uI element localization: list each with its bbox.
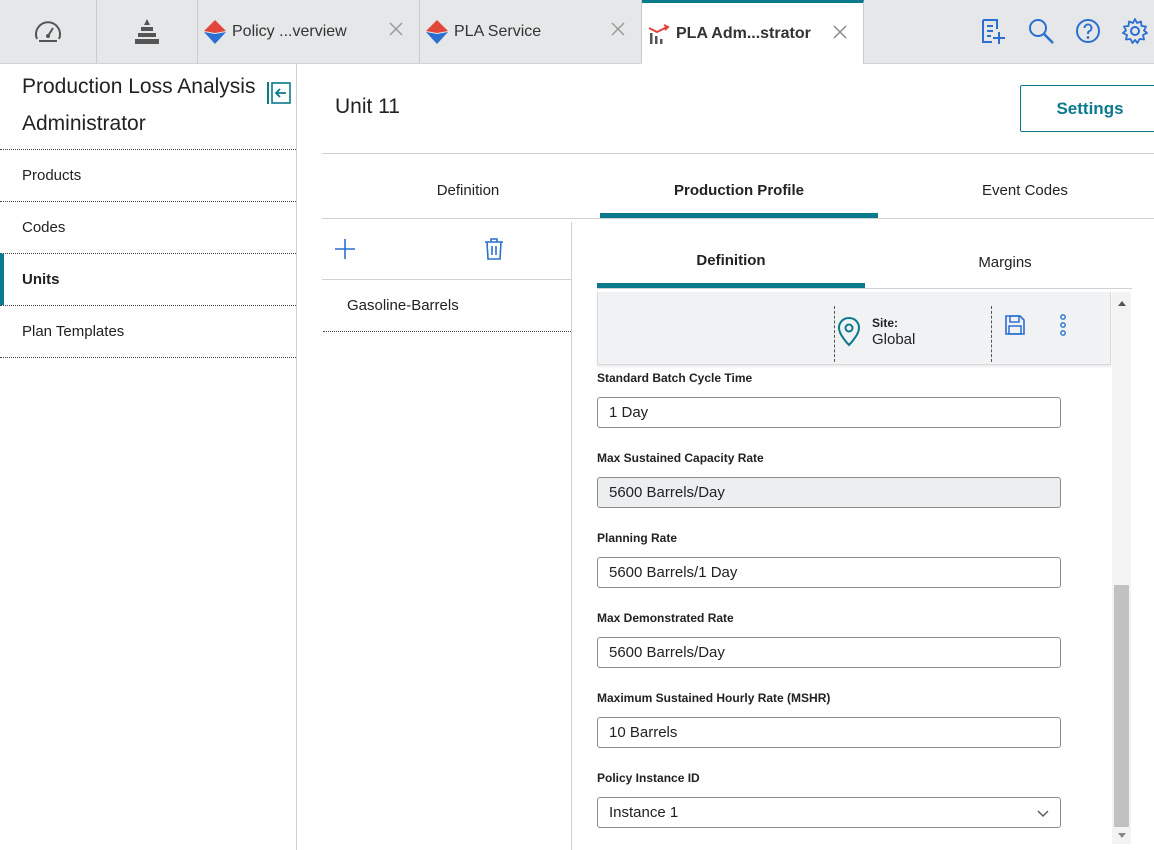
nav-item-plan-templates[interactable]: Plan Templates — [0, 305, 296, 357]
top-tab-bar: Policy ...verview PLA Service PLA Adm...… — [0, 0, 1154, 64]
collapse-panel-button[interactable] — [266, 80, 292, 106]
site-label: Site: — [872, 316, 899, 330]
field-label-planning-rate: Planning Rate — [597, 531, 678, 545]
subtab-margins[interactable]: Margins — [871, 236, 1139, 288]
new-record-button[interactable] — [976, 14, 1010, 48]
tab-policy-overview[interactable]: Policy ...verview — [198, 0, 420, 63]
trash-icon — [485, 238, 503, 260]
field-label-standard-batch-cycle-time: Standard Batch Cycle Time — [597, 371, 753, 385]
policy-instance-select[interactable]: Instance 1 — [597, 797, 1061, 828]
nav-item-label: Units — [22, 271, 60, 288]
plus-icon — [335, 239, 355, 259]
nav-divider — [0, 357, 296, 358]
site-value: Global — [872, 331, 916, 348]
field-label-mshr: Maximum Sustained Hourly Rate (MSHR) — [597, 691, 831, 705]
dashboard-tab[interactable] — [0, 0, 97, 63]
tab-pla-service[interactable]: PLA Service — [420, 0, 642, 63]
close-icon[interactable] — [831, 23, 849, 41]
scroll-up-arrow-icon[interactable] — [1115, 296, 1129, 308]
tab-production-profile[interactable]: Production Profile — [600, 162, 878, 218]
tab-label: PLA Service — [454, 22, 542, 40]
standard-batch-cycle-time-input[interactable] — [597, 397, 1061, 428]
site-toolbar-card: Site: Global — [597, 292, 1111, 365]
dashboard-icon — [35, 20, 61, 42]
subtab-definition[interactable]: Definition — [597, 236, 865, 288]
header-divider — [322, 153, 1154, 154]
chevron-down-icon — [1036, 806, 1050, 820]
nav-item-codes[interactable]: Codes — [0, 201, 296, 253]
tab-label: Policy ...verview — [232, 22, 347, 40]
field-label-max-demonstrated-rate: Max Demonstrated Rate — [597, 611, 734, 625]
policy-diamond-icon — [424, 19, 450, 45]
more-vertical-icon — [1060, 314, 1066, 336]
site-divider — [834, 306, 835, 362]
close-icon[interactable] — [609, 20, 627, 38]
delete-product-button[interactable] — [482, 236, 506, 262]
help-button[interactable] — [1071, 14, 1105, 48]
planning-rate-input[interactable] — [597, 557, 1061, 588]
page-title: Unit 11 — [335, 95, 400, 118]
left-navigation: Production Loss Analysis Administrator P… — [0, 64, 297, 850]
save-icon — [1005, 315, 1025, 335]
site-divider — [991, 306, 992, 362]
tab-pla-administrator[interactable]: PLA Adm...strator — [642, 0, 864, 64]
new-record-icon — [982, 19, 1005, 44]
settings-button[interactable]: Settings — [1020, 85, 1154, 132]
location-pin-icon — [836, 316, 862, 348]
scroll-down-arrow-icon[interactable] — [1115, 829, 1129, 841]
max-demonstrated-rate-input[interactable] — [597, 637, 1061, 668]
scrollbar-thumb[interactable] — [1114, 585, 1129, 827]
search-button[interactable] — [1024, 14, 1058, 48]
pla-chart-icon — [646, 21, 672, 47]
add-product-button[interactable] — [332, 236, 358, 262]
policy-instance-value: Instance 1 — [609, 804, 679, 821]
field-label-max-sustained-capacity-rate: Max Sustained Capacity Rate — [597, 451, 764, 465]
save-button[interactable] — [1004, 314, 1026, 336]
subtabs-divider — [597, 288, 1132, 289]
more-options-button[interactable] — [1054, 312, 1072, 338]
nav-item-label: Codes — [22, 219, 66, 236]
collapse-left-icon — [267, 82, 291, 104]
nav-item-products[interactable]: Products — [0, 149, 296, 201]
mshr-input[interactable] — [597, 717, 1061, 748]
close-icon[interactable] — [387, 20, 405, 38]
policy-diamond-icon — [202, 19, 228, 45]
list-item-label: Gasoline-Barrels — [347, 297, 459, 314]
tab-label: PLA Adm...strator — [676, 24, 811, 42]
settings-gear-button[interactable] — [1118, 14, 1152, 48]
list-item-gasoline-barrels[interactable]: Gasoline-Barrels — [323, 280, 571, 332]
hierarchy-tab[interactable] — [97, 0, 198, 63]
field-label-policy-instance-id: Policy Instance ID — [597, 771, 700, 785]
column-divider — [571, 222, 572, 850]
help-icon — [1076, 19, 1100, 43]
tabs-divider — [322, 218, 1154, 219]
max-sustained-capacity-rate-input — [597, 477, 1061, 508]
nav-item-units[interactable]: Units — [0, 253, 296, 305]
hierarchy-icon — [135, 18, 159, 44]
nav-item-label: Plan Templates — [22, 323, 125, 340]
nav-item-label: Products — [22, 167, 82, 184]
search-icon — [1029, 19, 1054, 44]
settings-gear-icon — [1122, 18, 1148, 44]
tab-definition[interactable]: Definition — [329, 162, 607, 218]
nav-title: Production Loss Analysis Administrator — [22, 75, 256, 135]
tab-event-codes[interactable]: Event Codes — [886, 162, 1154, 218]
